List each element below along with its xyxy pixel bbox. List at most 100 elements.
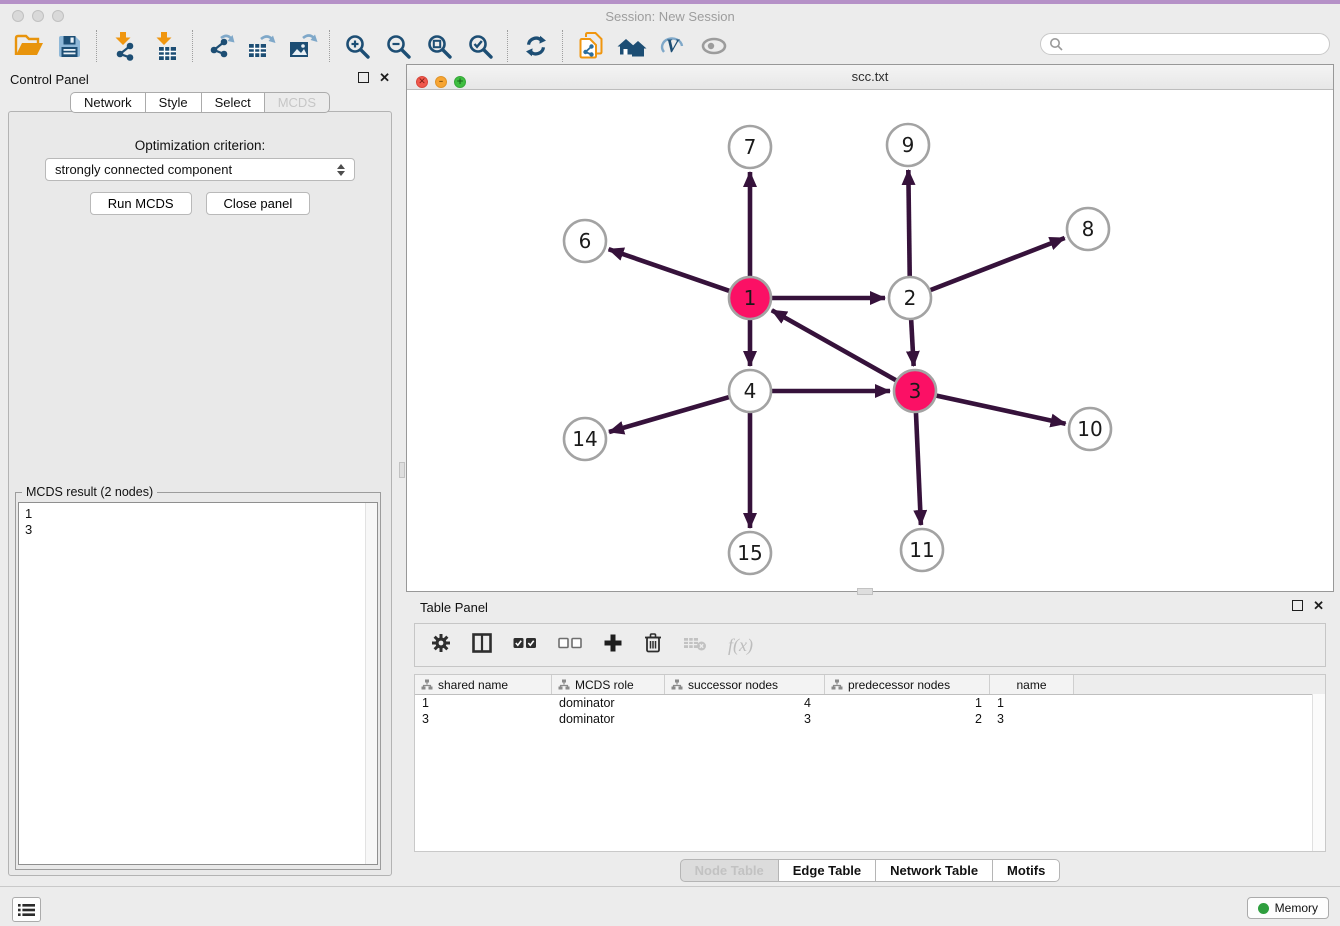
tab-motifs[interactable]: Motifs <box>992 859 1060 882</box>
edge-1-6[interactable] <box>609 249 732 292</box>
network-window-titlebar: ✕–+ scc.txt <box>407 65 1333 90</box>
column-header-label: MCDS role <box>575 678 634 692</box>
list-icon <box>18 903 35 917</box>
memory-button[interactable]: Memory <box>1247 897 1329 919</box>
close-panel-icon[interactable]: ✕ <box>1313 601 1324 611</box>
node-label: 9 <box>902 133 915 157</box>
trash-icon <box>644 632 662 653</box>
node-10[interactable]: 10 <box>1069 408 1111 450</box>
table-settings-button[interactable] <box>431 633 451 658</box>
criterion-dropdown[interactable]: strongly connected component <box>45 158 355 181</box>
tab-select[interactable]: Select <box>201 92 264 113</box>
column-header-predecessor-nodes[interactable]: predecessor nodes <box>825 675 990 694</box>
search-field[interactable] <box>1040 33 1330 55</box>
tab-network[interactable]: Network <box>70 92 145 113</box>
edge-2-9[interactable] <box>908 170 909 279</box>
import-table-icon <box>153 31 179 61</box>
column-header-successor-nodes[interactable]: successor nodes <box>665 675 825 694</box>
tab-style[interactable]: Style <box>145 92 201 113</box>
table-panel: Table Panel ✕ <box>406 592 1334 886</box>
edge-3-11[interactable] <box>916 410 921 525</box>
node-9[interactable]: 9 <box>887 124 929 166</box>
close-panel-icon[interactable]: ✕ <box>379 73 390 83</box>
open-session-button[interactable] <box>8 30 49 62</box>
column-header-mcds-role[interactable]: MCDS role <box>552 675 665 694</box>
node-4[interactable]: 4 <box>729 370 771 412</box>
table-scrollbar[interactable] <box>1312 694 1325 851</box>
application-window: Session: New Session <box>0 0 1340 926</box>
edge-2-8[interactable] <box>928 238 1065 291</box>
show-columns-button[interactable] <box>472 633 492 658</box>
task-history-button[interactable] <box>12 897 41 922</box>
toolbar-separator <box>329 30 331 62</box>
add-row-button[interactable] <box>603 633 623 658</box>
node-3[interactable]: 3 <box>894 370 936 412</box>
float-panel-icon[interactable] <box>1292 600 1303 611</box>
import-network-button[interactable] <box>104 30 145 62</box>
zoom-in-button[interactable] <box>337 30 378 62</box>
cell-successor-nodes[interactable]: 4 <box>665 696 825 710</box>
edge-3-10[interactable] <box>934 395 1066 424</box>
plus-icon <box>603 633 623 653</box>
node-8[interactable]: 8 <box>1067 208 1109 250</box>
column-type-icon <box>558 679 570 690</box>
node-2[interactable]: 2 <box>889 277 931 319</box>
node-label: 11 <box>909 538 934 562</box>
table-row: 1dominator411 <box>415 695 1325 711</box>
delete-row-button[interactable] <box>644 632 662 658</box>
export-table-button[interactable] <box>241 30 282 62</box>
cell-shared-name[interactable]: 3 <box>415 712 552 726</box>
node-1[interactable]: 1 <box>729 277 771 319</box>
export-network-button[interactable] <box>200 30 241 62</box>
vertical-split-grip[interactable] <box>399 462 405 478</box>
mcds-result-scrollbar[interactable] <box>365 503 377 864</box>
zoom-fit-button[interactable] <box>419 30 460 62</box>
clone-network-button[interactable] <box>570 30 611 62</box>
column-header-name[interactable]: name <box>990 675 1074 694</box>
cell-shared-name[interactable]: 1 <box>415 696 552 710</box>
edge-3-1[interactable] <box>772 310 899 381</box>
zoom-out-button[interactable] <box>378 30 419 62</box>
table-toolbar: f(x) <box>414 623 1326 667</box>
apply-layout-button[interactable] <box>515 30 556 62</box>
close-panel-button[interactable]: Close panel <box>206 192 311 215</box>
select-all-button[interactable] <box>513 636 537 654</box>
clone-network-icon <box>578 32 604 60</box>
show-hide-button[interactable] <box>693 30 734 62</box>
float-panel-icon[interactable] <box>358 72 369 83</box>
vizmapper-button[interactable]: V <box>652 30 693 62</box>
import-table-button[interactable] <box>145 30 186 62</box>
cell-predecessor-nodes[interactable]: 2 <box>825 712 990 726</box>
tab-network-table[interactable]: Network Table <box>875 859 992 882</box>
column-header-shared-name[interactable]: shared name <box>415 675 552 694</box>
edge-4-14[interactable] <box>609 396 732 432</box>
run-mcds-button[interactable]: Run MCDS <box>90 192 192 215</box>
node-label: 14 <box>572 427 597 451</box>
cell-mcds-role[interactable]: dominator <box>552 696 665 710</box>
node-label: 2 <box>904 286 917 310</box>
edge-2-3[interactable] <box>911 317 914 366</box>
tab-node-table[interactable]: Node Table <box>680 859 778 882</box>
search-input[interactable] <box>1068 36 1329 52</box>
home-button[interactable] <box>611 30 652 62</box>
node-11[interactable]: 11 <box>901 529 943 571</box>
node-7[interactable]: 7 <box>729 126 771 168</box>
status-bar: Memory <box>0 886 1340 926</box>
node-6[interactable]: 6 <box>564 220 606 262</box>
cell-mcds-role[interactable]: dominator <box>552 712 665 726</box>
mcds-result-textarea[interactable]: 13 <box>18 502 378 865</box>
cell-predecessor-nodes[interactable]: 1 <box>825 696 990 710</box>
tab-edge-table[interactable]: Edge Table <box>778 859 875 882</box>
node-15[interactable]: 15 <box>729 532 771 574</box>
cell-name[interactable]: 1 <box>990 696 1074 710</box>
deselect-all-button[interactable] <box>558 636 582 654</box>
save-session-button[interactable] <box>49 30 90 62</box>
node-label: 15 <box>737 541 762 565</box>
cell-name[interactable]: 3 <box>990 712 1074 726</box>
zoom-selected-button[interactable] <box>460 30 501 62</box>
export-image-button[interactable] <box>282 30 323 62</box>
node-14[interactable]: 14 <box>564 418 606 460</box>
network-canvas[interactable]: 1 2 3 4 6 7 8 9 10 11 14 15 <box>407 89 1333 591</box>
cell-successor-nodes[interactable]: 3 <box>665 712 825 726</box>
tab-mcds[interactable]: MCDS <box>264 92 330 113</box>
